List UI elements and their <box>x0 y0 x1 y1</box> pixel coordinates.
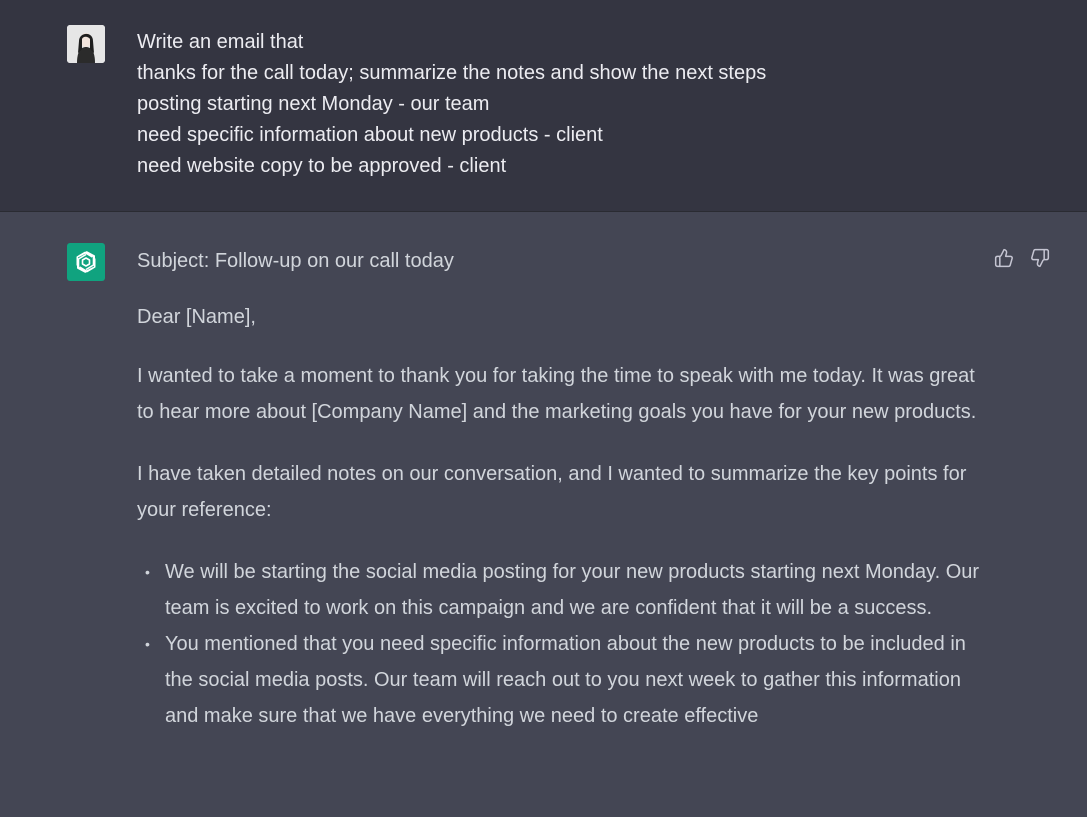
email-bullet-list: • We will be starting the social media p… <box>137 554 987 734</box>
user-message-text: Write an email that thanks for the call … <box>137 27 1037 182</box>
user-message-line: thanks for the call today; summarize the… <box>137 62 767 84</box>
assistant-message-row: Subject: Follow-up on our call today Dea… <box>0 212 1087 817</box>
email-bullet-text: You mentioned that you need specific inf… <box>165 633 966 727</box>
thumbs-down-button[interactable] <box>1029 246 1051 270</box>
email-bullet-item: • We will be starting the social media p… <box>137 554 987 626</box>
email-bullet-item: • You mentioned that you need specific i… <box>137 626 987 734</box>
thumbs-up-button[interactable] <box>993 246 1015 270</box>
user-message-line: need website copy to be approved - clien… <box>137 155 507 177</box>
email-paragraph: I wanted to take a moment to thank you f… <box>137 365 977 423</box>
bullet-dot-icon: • <box>145 636 150 652</box>
user-message-line: Write an email that <box>137 31 304 53</box>
openai-logo-icon <box>76 251 96 273</box>
user-message-row: Write an email that thanks for the call … <box>0 0 1087 212</box>
feedback-buttons <box>993 246 1051 270</box>
user-avatar-icon <box>67 25 105 63</box>
email-greeting: Dear [Name], <box>137 306 256 328</box>
bullet-dot-icon: • <box>145 564 150 580</box>
user-message-line: posting starting next Monday - our team <box>137 93 490 115</box>
email-paragraph: I have taken detailed notes on our conve… <box>137 463 967 521</box>
assistant-message-text: Subject: Follow-up on our call today Dea… <box>137 246 987 734</box>
user-avatar <box>67 25 105 63</box>
email-bullet-text: We will be starting the social media pos… <box>165 561 980 619</box>
user-message-line: need specific information about new prod… <box>137 124 603 146</box>
assistant-avatar <box>67 243 105 281</box>
thumbs-down-icon <box>1031 248 1050 268</box>
email-subject: Subject: Follow-up on our call today <box>137 250 454 272</box>
thumbs-up-icon <box>994 248 1013 268</box>
